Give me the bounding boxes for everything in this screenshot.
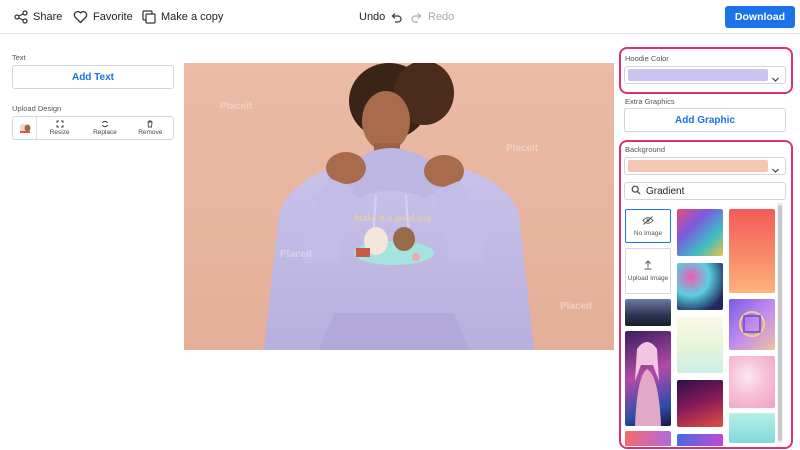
heart-icon <box>73 10 88 24</box>
add-graphic-button[interactable]: Add Graphic <box>624 108 786 132</box>
copy-icon <box>142 10 156 24</box>
replace-icon <box>101 120 109 128</box>
remove-label: Remove <box>138 129 163 136</box>
resize-label: Resize <box>49 129 70 136</box>
share-button[interactable]: Share <box>14 8 62 26</box>
watermark-text: Placeit <box>220 101 253 112</box>
background-color-dropdown[interactable] <box>624 157 786 175</box>
resize-icon <box>56 120 64 128</box>
background-label: Background <box>625 145 666 154</box>
undo-button[interactable]: Undo <box>359 8 402 26</box>
hoodie-color-swatch <box>628 69 768 81</box>
watermark-text: Placeit <box>280 249 313 260</box>
share-label: Share <box>33 11 63 23</box>
remove-button[interactable]: Remove <box>128 117 173 139</box>
resize-button[interactable]: Resize <box>37 117 82 139</box>
background-thumbnail[interactable] <box>677 380 723 427</box>
svg-text:Make it a good day: Make it a good day <box>353 214 432 223</box>
no-image-tile[interactable]: No Image <box>625 209 671 243</box>
upload-image-label: Upload Image <box>627 275 669 282</box>
background-search-input[interactable]: Gradient <box>624 182 786 200</box>
replace-label: Replace <box>93 129 117 136</box>
geometric-pattern-thumbnail <box>739 311 765 337</box>
top-toolbar: Share Favorite Make a copy Undo Redo Dow… <box>0 0 800 34</box>
make-copy-button[interactable]: Make a copy <box>142 8 223 26</box>
download-button[interactable]: Download <box>725 6 795 28</box>
background-thumbnail[interactable] <box>677 209 723 256</box>
hoodie-color-label: Hoodie Color <box>625 54 669 63</box>
uploaded-design-thumbnail[interactable] <box>13 117 37 139</box>
background-thumbnail[interactable] <box>729 356 775 408</box>
chevron-down-icon <box>771 71 780 89</box>
undo-icon <box>390 12 402 23</box>
upload-icon <box>643 260 653 272</box>
background-thumbnail[interactable] <box>677 317 723 373</box>
share-icon <box>14 10 28 24</box>
make-copy-label: Make a copy <box>161 11 224 23</box>
text-section-label: Text <box>12 53 26 62</box>
redo-icon <box>411 12 423 23</box>
upload-design-toolbar: Resize Replace Remove <box>12 116 174 140</box>
background-thumbnail[interactable] <box>677 434 723 446</box>
background-thumbnail[interactable] <box>677 263 723 310</box>
upload-design-label: Upload Design <box>12 104 62 113</box>
background-thumbnail[interactable] <box>729 413 775 443</box>
replace-button[interactable]: Replace <box>82 117 127 139</box>
search-icon <box>631 185 641 198</box>
extra-graphics-label: Extra Graphics <box>625 97 675 106</box>
hoodie-color-dropdown[interactable] <box>624 66 786 84</box>
background-thumbnail[interactable] <box>729 209 775 293</box>
no-image-label: No Image <box>633 229 663 237</box>
hoodie-mockup-preview[interactable]: Make it a good day Placeit Placeit Place… <box>184 63 614 350</box>
gallery-scrollbar-thumb[interactable] <box>778 205 782 441</box>
background-thumbnail[interactable] <box>625 331 671 426</box>
upload-image-tile[interactable]: Upload Image <box>625 248 671 294</box>
watermark-text: Placeit <box>506 143 539 154</box>
watermark-text: Placeit <box>560 301 593 312</box>
favorite-button[interactable]: Favorite <box>73 8 133 26</box>
background-thumbnail[interactable] <box>729 299 775 350</box>
background-thumbnail[interactable] <box>625 299 671 326</box>
background-color-swatch <box>628 160 768 172</box>
redo-button[interactable]: Redo <box>411 8 454 26</box>
background-gallery: No Image Upload Image <box>622 203 786 446</box>
eye-off-icon <box>642 215 654 227</box>
add-text-button[interactable]: Add Text <box>12 65 174 89</box>
woman-photo-thumbnail <box>635 342 661 426</box>
search-value: Gradient <box>646 185 685 197</box>
chevron-down-icon <box>771 162 780 180</box>
background-thumbnail[interactable] <box>625 431 671 446</box>
undo-label: Undo <box>359 11 386 23</box>
trash-icon <box>146 120 154 128</box>
redo-label: Redo <box>428 11 455 23</box>
favorite-label: Favorite <box>93 11 133 23</box>
